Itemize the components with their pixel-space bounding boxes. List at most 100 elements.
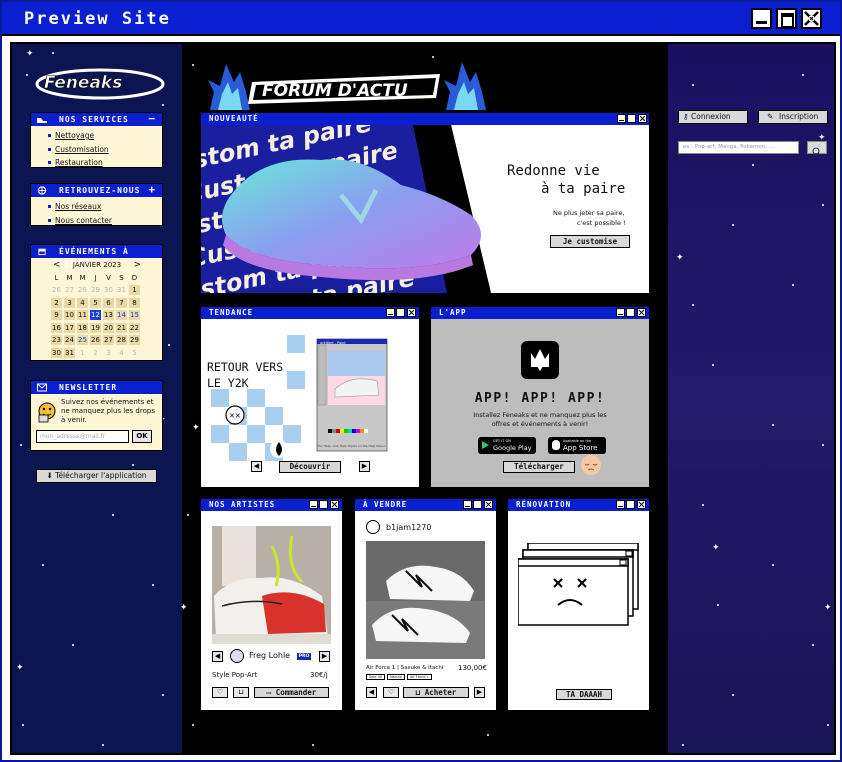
tendance-prev-button[interactable]: ◀ [251,461,262,472]
calendar-day[interactable]: 31 [116,285,127,295]
calendar-day[interactable]: 4 [77,297,88,308]
calendar-day[interactable]: 13 [103,310,114,320]
newsletter-email-input[interactable]: mon_adresse@mail.fr [36,430,129,443]
calendar-day[interactable]: 23 [51,335,62,345]
login-button[interactable]: ⚷ Connexion [678,110,748,124]
window-close-button[interactable] [407,308,416,317]
calendar-day[interactable]: 29 [90,285,101,295]
calendar-day[interactable]: 7 [116,297,127,308]
window-close-button[interactable] [484,500,493,509]
download-app-button[interactable]: ⬇ Télécharger l'application [36,469,157,483]
artist-sneaker-image[interactable] [212,526,331,644]
cart-button[interactable]: ⊔ [233,687,249,698]
calendar-day[interactable]: 5 [90,297,101,308]
ta-daaah-button[interactable]: TA DAAAH [556,689,612,700]
calendar-day[interactable]: 28 [116,335,127,345]
calendar-day[interactable]: 26 [51,285,62,295]
services-item[interactable]: Restauration [48,156,109,170]
window-minimize-button[interactable] [616,500,625,509]
calendar-day[interactable]: 30 [103,285,114,295]
find-us-item[interactable]: Nous contacter [47,214,112,228]
tendance-next-button[interactable]: ▶ [359,461,370,472]
y2k-image[interactable]: untitled - Paint For Help, click Help To… [201,319,419,469]
window-maximize-button[interactable] [627,114,636,123]
calendar-day[interactable]: 1 [129,285,140,295]
artists-prev-button[interactable]: ◀ [212,651,223,662]
tag[interactable]: Air Force 1 [407,674,432,680]
calendar-day[interactable]: 26 [90,335,101,345]
services-header[interactable]: NOS SERVICES − [31,113,162,126]
window-close-button[interactable] [638,114,647,123]
site-logo[interactable]: Feneaks [34,62,166,102]
product-image[interactable] [366,541,485,659]
calendar-day[interactable]: 28 [77,285,88,295]
calendar-day[interactable]: 2 [51,297,62,308]
calendar-day[interactable]: 24 [64,335,75,345]
google-play-badge[interactable]: GET IT ON Google Play [478,437,536,454]
close-button[interactable] [801,8,822,29]
calendar-day[interactable]: 6 [103,297,114,308]
calendar-day[interactable]: 19 [90,322,101,333]
window-minimize-button[interactable] [616,308,625,317]
calendar-day[interactable]: 17 [64,322,75,333]
newsletter-ok-button[interactable]: OK [132,430,152,443]
product-title[interactable]: Air Force 1 | Sasuke & Itachi [366,665,443,671]
custom-sneaker-image[interactable]: Custom ta paire Custom ta paire Custom t… [201,125,649,293]
app-icon[interactable] [521,341,559,379]
discover-button[interactable]: Découvrir [279,461,341,473]
window-minimize-button[interactable] [463,500,472,509]
calendar-day[interactable]: 16 [51,322,62,333]
calendar-day[interactable]: 29 [129,335,140,345]
find-us-header[interactable]: RETROUVEZ-NOUS + [31,184,162,197]
calendar-day[interactable]: 25 [77,335,88,345]
calendar-day[interactable]: 8 [129,297,140,308]
window-minimize-button[interactable] [309,500,318,509]
calendar-day[interactable]: 31 [64,347,75,358]
seller-name[interactable]: b1jam1270 [386,523,431,532]
calendar-day[interactable]: 9 [51,310,62,320]
calendar-day[interactable]: 4 [116,348,127,358]
maximize-button[interactable] [776,8,797,29]
calendar-day[interactable]: 12 [90,310,101,320]
window-maximize-button[interactable] [319,500,328,509]
tag[interactable]: Naruto [387,674,405,680]
calendar-day[interactable]: 1 [77,348,88,358]
collapse-toggle[interactable]: − [148,113,156,125]
calendar-day[interactable]: 15 [129,310,140,320]
services-item[interactable]: Nettoyage [48,129,109,143]
window-close-button[interactable] [637,500,646,509]
calendar-day[interactable]: 2 [90,348,101,358]
find-us-item[interactable]: Nos réseaux [47,200,112,214]
sale-next-button[interactable]: ▶ [474,687,485,698]
expand-toggle[interactable]: + [148,184,156,196]
calendar-day[interactable]: 10 [64,310,75,320]
calendar-day[interactable]: 27 [103,335,114,345]
window-minimize-button[interactable] [617,114,626,123]
search-input[interactable]: ex : Pop-art, Manga, Pokemon, ... [678,141,799,154]
artist-avatar[interactable] [230,649,244,663]
buy-button[interactable]: ⊔ Acheter [403,687,469,698]
minimize-button[interactable] [751,8,772,29]
artist-name[interactable]: Freg Lohle [249,651,290,660]
calendar-day[interactable]: 21 [116,322,127,333]
calendar-day[interactable]: 14 [116,310,127,320]
calendar-day[interactable]: 20 [103,322,114,333]
calendar-day[interactable]: 18 [77,322,88,333]
sale-prev-button[interactable]: ◀ [366,687,377,698]
artists-next-button[interactable]: ▶ [319,651,330,662]
window-maximize-button[interactable] [626,308,635,317]
services-item[interactable]: Customisation [48,143,109,157]
favorite-button[interactable]: ♡ [212,687,228,698]
window-close-button[interactable] [637,308,646,317]
window-maximize-button[interactable] [473,500,482,509]
favorite-button[interactable]: ♡ [383,687,399,698]
search-button[interactable] [807,141,827,156]
window-minimize-button[interactable] [386,308,395,317]
download-button[interactable]: Télécharger [503,461,575,473]
app-store-badge[interactable]: Available on the App Store [548,437,606,454]
calendar-next-button[interactable]: > [133,260,141,270]
window-maximize-button[interactable] [626,500,635,509]
calendar-day[interactable]: 30 [51,347,62,358]
calendar-day[interactable]: 5 [129,348,140,358]
calendar-day[interactable]: 27 [64,285,75,295]
